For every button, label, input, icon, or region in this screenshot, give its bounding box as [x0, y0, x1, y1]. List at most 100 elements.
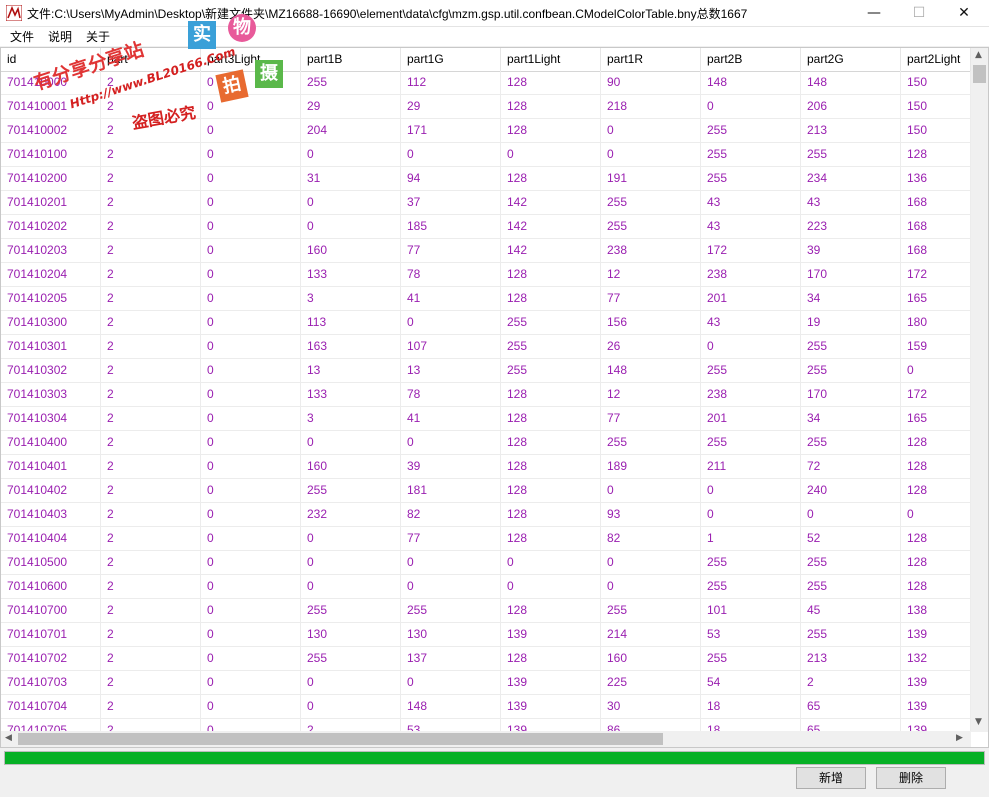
- table-cell[interactable]: 2: [101, 143, 201, 166]
- table-row[interactable]: 701410300 2 0 113 0 255 156 43 19 180: [1, 311, 971, 335]
- table-cell[interactable]: 0: [201, 263, 301, 286]
- table-cell[interactable]: 0: [201, 383, 301, 406]
- table-cell[interactable]: 168: [901, 191, 971, 214]
- column-header[interactable]: part3Light: [201, 48, 301, 71]
- table-cell[interactable]: 0: [401, 575, 501, 598]
- table-cell[interactable]: 0: [201, 527, 301, 550]
- table-row[interactable]: 701410402 2 0 255 181 128 0 0 240 128: [1, 479, 971, 503]
- table-row[interactable]: 701410704 2 0 0 148 139 30 18 65 139: [1, 695, 971, 719]
- table-cell[interactable]: 2: [101, 455, 201, 478]
- table-row[interactable]: 701410303 2 0 133 78 128 12 238 170 172: [1, 383, 971, 407]
- table-cell[interactable]: 107: [401, 335, 501, 358]
- table-row[interactable]: 701410205 2 0 3 41 128 77 201 34 165: [1, 287, 971, 311]
- table-cell[interactable]: 142: [501, 191, 601, 214]
- table-cell[interactable]: 139: [901, 671, 971, 694]
- table-cell[interactable]: 12: [601, 263, 701, 286]
- table-cell[interactable]: 139: [901, 623, 971, 646]
- table-cell[interactable]: 128: [901, 143, 971, 166]
- table-cell[interactable]: 0: [701, 503, 801, 526]
- delete-button[interactable]: 删除: [876, 767, 946, 789]
- table-cell[interactable]: 128: [501, 95, 601, 118]
- table-cell[interactable]: 13: [401, 359, 501, 382]
- table-cell[interactable]: 0: [301, 551, 401, 574]
- horizontal-scroll-thumb[interactable]: [18, 733, 663, 745]
- table-cell[interactable]: 128: [501, 119, 601, 142]
- table-cell[interactable]: 0: [501, 551, 601, 574]
- table-cell[interactable]: 132: [901, 647, 971, 670]
- scroll-up-icon[interactable]: ▲: [975, 50, 982, 60]
- table-cell[interactable]: 0: [301, 575, 401, 598]
- table-cell[interactable]: 701410401: [1, 455, 101, 478]
- table-cell[interactable]: 181: [401, 479, 501, 502]
- column-header[interactable]: part2Light: [901, 48, 971, 71]
- table-cell[interactable]: 52: [801, 527, 901, 550]
- table-cell[interactable]: 2: [101, 407, 201, 430]
- table-cell[interactable]: 3: [301, 407, 401, 430]
- table-cell[interactable]: 34: [801, 407, 901, 430]
- table-cell[interactable]: 0: [201, 239, 301, 262]
- table-cell[interactable]: 701410303: [1, 383, 101, 406]
- table-cell[interactable]: 223: [801, 215, 901, 238]
- table-cell[interactable]: 128: [901, 527, 971, 550]
- table-cell[interactable]: 163: [301, 335, 401, 358]
- table-cell[interactable]: 701410000: [1, 71, 101, 94]
- table-cell[interactable]: 0: [301, 215, 401, 238]
- table-cell[interactable]: 77: [401, 239, 501, 262]
- table-cell[interactable]: 701410001: [1, 95, 101, 118]
- table-row[interactable]: 701410000 2 0 255 112 128 90 148 148 150: [1, 71, 971, 95]
- table-cell[interactable]: 0: [601, 119, 701, 142]
- table-cell[interactable]: 701410100: [1, 143, 101, 166]
- table-cell[interactable]: 211: [701, 455, 801, 478]
- table-cell[interactable]: 0: [201, 647, 301, 670]
- table-cell[interactable]: 0: [901, 503, 971, 526]
- table-cell[interactable]: 0: [201, 623, 301, 646]
- table-cell[interactable]: 0: [201, 503, 301, 526]
- table-cell[interactable]: 0: [601, 551, 701, 574]
- scroll-right-icon[interactable]: ▶: [956, 733, 963, 743]
- horizontal-scrollbar[interactable]: ◀ ▶: [1, 731, 971, 747]
- table-cell[interactable]: 128: [501, 383, 601, 406]
- table-cell[interactable]: 128: [501, 527, 601, 550]
- table-cell[interactable]: 255: [301, 647, 401, 670]
- table-cell[interactable]: 2: [101, 671, 201, 694]
- table-cell[interactable]: 168: [901, 239, 971, 262]
- table-cell[interactable]: 159: [901, 335, 971, 358]
- table-cell[interactable]: 2: [801, 671, 901, 694]
- table-cell[interactable]: 54: [701, 671, 801, 694]
- table-cell[interactable]: 128: [501, 599, 601, 622]
- table-cell[interactable]: 0: [201, 551, 301, 574]
- table-cell[interactable]: 701410202: [1, 215, 101, 238]
- table-cell[interactable]: 2: [101, 623, 201, 646]
- table-cell[interactable]: 255: [801, 551, 901, 574]
- table-cell[interactable]: 255: [701, 167, 801, 190]
- table-cell[interactable]: 150: [901, 95, 971, 118]
- table-cell[interactable]: 2: [101, 167, 201, 190]
- table-row[interactable]: 701410100 2 0 0 0 0 0 255 255 128: [1, 143, 971, 167]
- table-cell[interactable]: 701410600: [1, 575, 101, 598]
- table-cell[interactable]: 172: [901, 263, 971, 286]
- minimize-button[interactable]: —: [851, 0, 897, 26]
- table-cell[interactable]: 2: [101, 263, 201, 286]
- table-cell[interactable]: 26: [601, 335, 701, 358]
- table-cell[interactable]: 171: [401, 119, 501, 142]
- table-row[interactable]: 701410204 2 0 133 78 128 12 238 170 172: [1, 263, 971, 287]
- scroll-left-icon[interactable]: ◀: [5, 733, 12, 743]
- table-cell[interactable]: 701410300: [1, 311, 101, 334]
- table-row[interactable]: 701410400 2 0 0 0 128 255 255 255 128: [1, 431, 971, 455]
- table-cell[interactable]: 701410302: [1, 359, 101, 382]
- table-cell[interactable]: 0: [201, 671, 301, 694]
- table-cell[interactable]: 255: [601, 431, 701, 454]
- table-cell[interactable]: 255: [801, 431, 901, 454]
- table-cell[interactable]: 0: [301, 527, 401, 550]
- column-header[interactable]: part: [101, 48, 201, 71]
- table-cell[interactable]: 701410700: [1, 599, 101, 622]
- table-cell[interactable]: 139: [501, 671, 601, 694]
- column-header[interactable]: part1Light: [501, 48, 601, 71]
- table-cell[interactable]: 43: [701, 311, 801, 334]
- table-cell[interactable]: 0: [401, 671, 501, 694]
- add-button[interactable]: 新增: [796, 767, 866, 789]
- menu-help[interactable]: 说明: [48, 28, 72, 45]
- table-cell[interactable]: 139: [501, 623, 601, 646]
- table-cell[interactable]: 41: [401, 287, 501, 310]
- table-cell[interactable]: 701410203: [1, 239, 101, 262]
